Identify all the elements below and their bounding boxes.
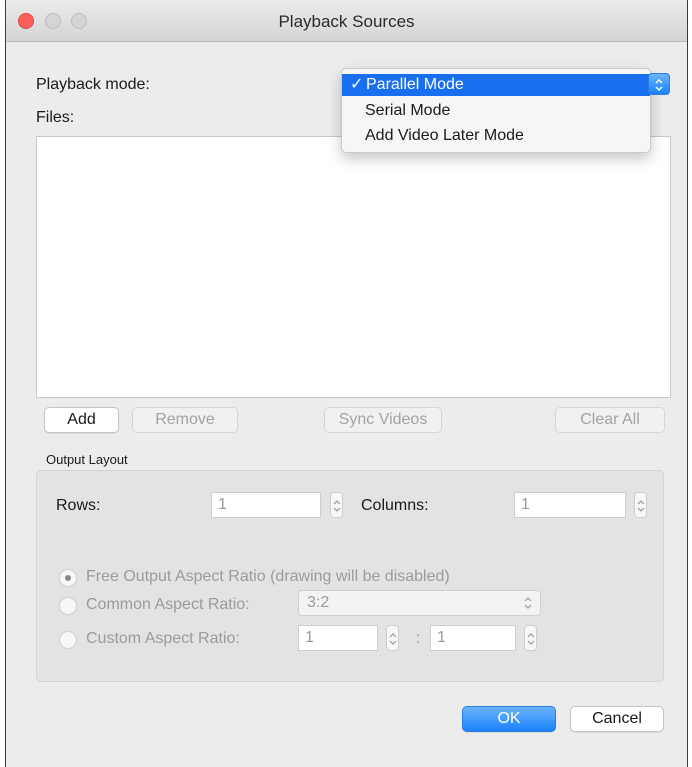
- common-aspect-ratio-radio[interactable]: [59, 597, 77, 615]
- stepper-arrows-icon: [637, 500, 645, 512]
- menu-item-parallel-mode[interactable]: ✓ Parallel Mode: [342, 74, 650, 96]
- menu-item-add-video-later-mode[interactable]: Add Video Later Mode: [342, 125, 650, 147]
- playback-sources-dialog: Playback Sources Playback mode: Files: A…: [5, 0, 688, 767]
- custom-ratio-left-field[interactable]: 1: [298, 625, 378, 651]
- menu-item-label: Add Video Later Mode: [365, 127, 524, 144]
- free-aspect-ratio-radio[interactable]: [59, 569, 77, 587]
- select-arrows-icon: [524, 597, 532, 609]
- ok-button[interactable]: OK: [462, 706, 556, 732]
- rows-stepper[interactable]: [330, 492, 343, 518]
- rows-label: Rows:: [56, 497, 101, 514]
- custom-ratio-left-stepper[interactable]: [386, 625, 399, 651]
- clear-all-button[interactable]: Clear All: [555, 407, 665, 433]
- columns-field[interactable]: 1: [514, 492, 626, 518]
- custom-ratio-right-field[interactable]: 1: [430, 625, 516, 651]
- free-aspect-ratio-label: Free Output Aspect Ratio (drawing will b…: [86, 568, 450, 585]
- columns-label: Columns:: [361, 497, 429, 514]
- stepper-arrows-icon: [333, 500, 341, 512]
- ratio-separator: :: [416, 630, 421, 647]
- remove-button[interactable]: Remove: [132, 407, 238, 433]
- columns-stepper[interactable]: [634, 492, 647, 518]
- output-layout-title: Output Layout: [46, 452, 128, 467]
- stepper-arrows-icon: [527, 633, 535, 645]
- files-list[interactable]: [36, 136, 671, 398]
- playback-mode-dropdown-menu: ✓ Parallel Mode Serial Mode Add Video Lat…: [341, 68, 651, 153]
- checkmark-icon: ✓: [350, 76, 364, 93]
- playback-mode-popup-button[interactable]: [648, 73, 670, 95]
- custom-ratio-right-stepper[interactable]: [524, 625, 537, 651]
- title-bar: Playback Sources: [6, 0, 687, 42]
- common-aspect-ratio-value: 3:2: [307, 594, 330, 611]
- stepper-arrows-icon: [389, 633, 397, 645]
- menu-item-label: Parallel Mode: [366, 76, 464, 93]
- files-label: Files:: [36, 109, 75, 126]
- window-title: Playback Sources: [278, 12, 415, 31]
- cancel-button[interactable]: Cancel: [570, 706, 664, 732]
- menu-item-serial-mode[interactable]: Serial Mode: [342, 100, 650, 122]
- custom-aspect-ratio-radio[interactable]: [59, 631, 77, 649]
- menu-item-label: Serial Mode: [365, 102, 451, 119]
- popup-arrows-icon: [655, 79, 663, 91]
- custom-aspect-ratio-label: Custom Aspect Ratio:: [86, 630, 240, 647]
- rows-field[interactable]: 1: [211, 492, 321, 518]
- playback-mode-label: Playback mode:: [36, 76, 150, 93]
- sync-videos-button[interactable]: Sync Videos: [324, 407, 442, 433]
- add-button[interactable]: Add: [44, 407, 119, 433]
- common-aspect-ratio-label: Common Aspect Ratio:: [86, 596, 250, 613]
- common-aspect-ratio-select[interactable]: 3:2: [298, 590, 541, 616]
